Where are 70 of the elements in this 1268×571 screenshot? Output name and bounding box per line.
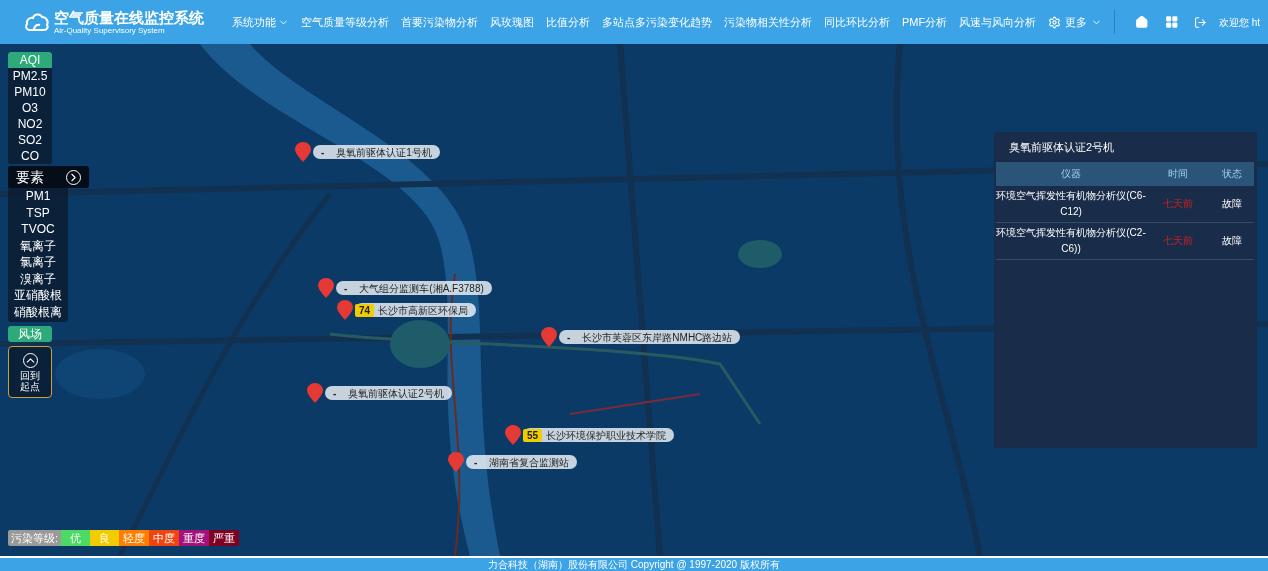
legend-level: 重度 xyxy=(179,530,210,546)
map-pin-icon[interactable] xyxy=(295,142,311,162)
table-cell: 环境空气挥发性有机物分析仪(C2-C6)) xyxy=(996,222,1146,259)
map-pin-icon[interactable] xyxy=(307,383,323,403)
legend-level: 严重 xyxy=(209,530,240,546)
column-header: 仪器 xyxy=(996,161,1146,186)
back-to-start-button[interactable]: 回到起点 xyxy=(8,346,52,398)
legend-label: 污染等级: xyxy=(8,530,62,546)
station-name: 长沙市高新区环保局 xyxy=(378,303,469,318)
map-pin-icon[interactable] xyxy=(505,425,521,445)
copyright-text: 力合科技（湖南）股份有限公司 Copyright @ 1997-2020 版权所有 xyxy=(488,559,780,570)
element-title: 要素 xyxy=(16,167,44,187)
element-item[interactable]: 氯离子 xyxy=(20,254,56,271)
aqi-value: - xyxy=(332,386,338,401)
aqi-value: 74 xyxy=(355,303,375,317)
aqi-value: - xyxy=(566,330,572,345)
legend-level: 良 xyxy=(90,530,120,546)
pollutant-item[interactable]: PM10 xyxy=(14,84,46,100)
legend-level: 中度 xyxy=(149,530,180,546)
aqi-value: - xyxy=(473,455,479,470)
station-name: 长沙环境保护职业技术学院 xyxy=(546,428,667,443)
station-name: 长沙市芙蓉区东岸路NMHC路边站 xyxy=(582,330,733,345)
station-label[interactable]: 55 长沙环境保护职业技术学院 xyxy=(523,428,675,442)
legend-level: 优 xyxy=(61,530,91,546)
element-item[interactable]: TSP xyxy=(26,204,50,221)
element-item[interactable]: TVOC xyxy=(21,221,55,238)
aqi-value: - xyxy=(343,281,349,296)
aqi-value: - xyxy=(320,145,326,160)
table-cell: 七天前 xyxy=(1146,222,1211,259)
pollutant-item[interactable]: NO2 xyxy=(17,116,43,132)
element-item[interactable]: 亚硝酸根 xyxy=(14,287,62,304)
cloud-logo-icon xyxy=(24,11,50,33)
station-label[interactable]: - 大气组分监测车(湘A.F3788) xyxy=(336,281,492,295)
column-header: 状态 xyxy=(1210,161,1254,186)
table-cell: 七天前 xyxy=(1146,185,1211,222)
table-cell: 环境空气挥发性有机物分析仪(C6-C12) xyxy=(996,185,1146,222)
grid-icon[interactable] xyxy=(1164,14,1179,30)
map-pin-icon[interactable] xyxy=(541,327,557,347)
pollutant-item[interactable]: O3 xyxy=(22,100,38,116)
map-pin-icon[interactable] xyxy=(448,452,464,472)
aqi-value: 55 xyxy=(523,428,543,442)
station-name: 湖南省复合监测站 xyxy=(489,455,570,470)
element-item[interactable]: PM1 xyxy=(25,188,51,205)
legend-level: 轻度 xyxy=(119,530,150,546)
pollutant-item[interactable]: PM2.5 xyxy=(12,68,48,84)
pollutant-item[interactable]: CO xyxy=(21,148,39,164)
welcome-text: 欢迎您 ht xyxy=(1218,15,1260,30)
element-item[interactable]: 溴离子 xyxy=(20,270,56,287)
station-name: 臭氧前驱体认证1号机 xyxy=(336,145,432,160)
app-subtitle: Air-Quality Supervisory System xyxy=(54,26,165,35)
home-icon[interactable] xyxy=(1135,14,1149,30)
map-pin-icon[interactable] xyxy=(337,300,353,320)
column-header: 时间 xyxy=(1146,161,1211,186)
station-name: 臭氧前驱体认证2号机 xyxy=(348,386,444,401)
station-name: 大气组分监测车(湘A.F3788) xyxy=(359,281,484,296)
station-label[interactable]: 74 长沙市高新区环保局 xyxy=(355,303,477,317)
station-label[interactable]: - 湖南省复合监测站 xyxy=(466,455,578,469)
settings-icon xyxy=(1048,15,1062,29)
logout-icon[interactable] xyxy=(1194,14,1207,30)
panel-title: 臭氧前驱体认证2号机 xyxy=(1008,140,1116,155)
station-label[interactable]: - 长沙市芙蓉区东岸路NMHC路边站 xyxy=(559,330,741,344)
element-item[interactable]: 氧离子 xyxy=(20,237,56,254)
map-pin-icon[interactable] xyxy=(318,278,334,298)
station-label[interactable]: - 臭氧前驱体认证1号机 xyxy=(313,145,440,159)
element-item[interactable]: 硝酸根离 xyxy=(14,303,62,320)
pollutant-item[interactable]: SO2 xyxy=(18,132,42,148)
station-label[interactable]: - 臭氧前驱体认证2号机 xyxy=(325,386,452,400)
table-cell: 故障 xyxy=(1210,185,1254,222)
app-title: 空气质量在线监控系统 xyxy=(54,9,204,25)
table-cell: 故障 xyxy=(1210,222,1254,259)
